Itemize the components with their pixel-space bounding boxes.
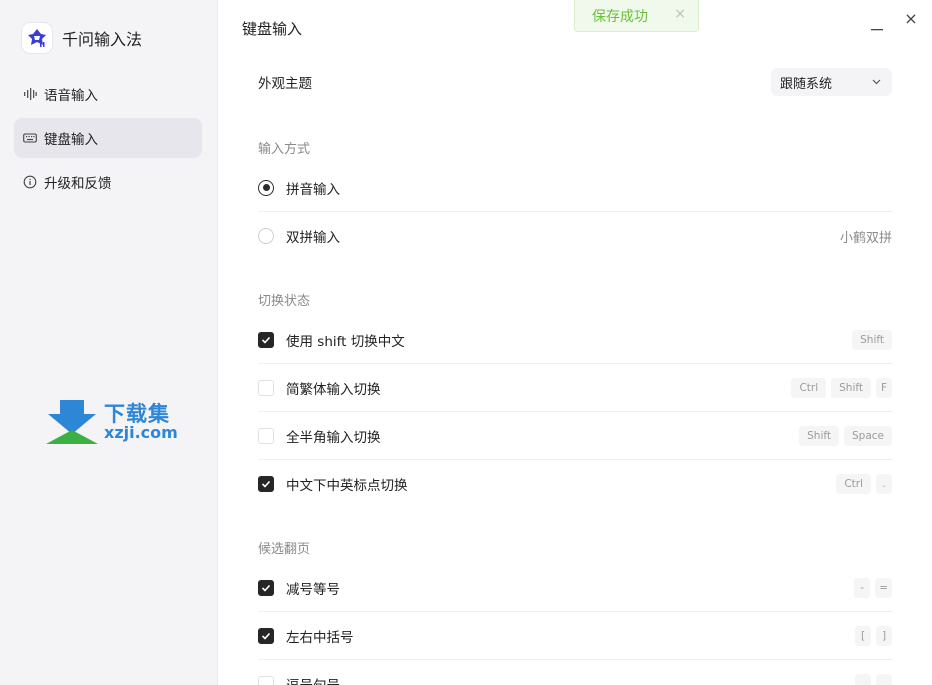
toast-close-icon[interactable]: × — [674, 6, 686, 22]
input-method-option[interactable]: 拼音输入 — [258, 164, 892, 212]
keyboard-icon — [23, 131, 37, 145]
checkbox-comma-period[interactable] — [258, 676, 274, 685]
key-cap: Ctrl — [791, 377, 827, 398]
key-cap: Shift — [852, 329, 892, 350]
shortcut-keys[interactable]: Ctrl Shift F — [786, 377, 892, 398]
paging-label: 左右中括号 — [286, 629, 354, 646]
option-label: 拼音输入 — [286, 181, 340, 198]
checkbox-punctuation-switch[interactable] — [258, 476, 274, 492]
switch-label: 全半角输入切换 — [286, 429, 381, 446]
shortcut-keys[interactable]: - = — [849, 577, 892, 598]
switch-item: 全半角输入切换 Shift Space — [258, 412, 892, 460]
info-icon — [23, 175, 37, 189]
key-cap: Ctrl — [836, 474, 871, 494]
waveform-icon — [23, 87, 37, 101]
shortcut-keys[interactable]: Shift — [847, 329, 892, 350]
paging-item: 逗号句号 , . — [258, 660, 892, 685]
toast-message: 保存成功 — [592, 8, 648, 25]
key-cap: . — [876, 674, 892, 685]
sidebar-item-keyboard-input[interactable]: 键盘输入 — [14, 118, 202, 158]
shuangpin-scheme[interactable]: 小鹤双拼 — [840, 227, 892, 246]
sidebar-item-upgrade-feedback[interactable]: 升级和反馈 — [14, 162, 202, 202]
key-cap: Space — [844, 425, 892, 446]
section-title-switch-state: 切换状态 — [258, 294, 311, 309]
sidebar-item-label: 语音输入 — [44, 88, 98, 104]
section-title-input-method: 输入方式 — [258, 142, 311, 157]
shortcut-keys[interactable]: , . — [850, 674, 892, 685]
key-cap: - — [854, 577, 871, 598]
watermark: 下载集 xzji.com — [44, 398, 194, 448]
close-button[interactable]: × — [902, 10, 920, 28]
shortcut-keys[interactable]: Shift Space — [794, 425, 892, 446]
key-cap: . — [876, 474, 892, 494]
paging-label: 逗号句号 — [286, 674, 340, 685]
switch-item: 中文下中英标点切换 Ctrl . — [258, 460, 892, 508]
key-cap: = — [875, 577, 892, 598]
option-label: 双拼输入 — [286, 230, 340, 246]
watermark-url: xzji.com — [104, 423, 178, 442]
main-panel: 键盘输入 保存成功 × × 外观主题 跟随系统 输入方式 拼音输入 双拼输入 小… — [219, 0, 932, 685]
sidebar: 千问输入法 语音输入 键盘输入 升级和反馈 下载集 xzji.com — [0, 0, 218, 685]
sidebar-nav: 语音输入 键盘输入 升级和反馈 — [14, 74, 202, 206]
shortcut-keys[interactable]: Ctrl . — [831, 474, 892, 494]
key-cap: ] — [876, 625, 892, 646]
paging-label: 减号等号 — [286, 581, 340, 598]
switch-item: 简繁体输入切换 Ctrl Shift F — [258, 364, 892, 412]
brand: 千问输入法 — [22, 22, 142, 54]
sidebar-item-label: 键盘输入 — [44, 132, 98, 148]
radio-shuangpin[interactable] — [258, 228, 274, 244]
chevron-down-icon — [871, 76, 882, 91]
key-cap: F — [876, 377, 892, 398]
switch-label: 简繁体输入切换 — [286, 381, 381, 398]
section-title-candidate-paging: 候选翻页 — [258, 542, 311, 557]
paging-item: 减号等号 - = — [258, 564, 892, 612]
input-method-option[interactable]: 双拼输入 小鹤双拼 — [258, 212, 892, 260]
key-cap: [ — [855, 625, 871, 646]
paging-item: 左右中括号 [ ] — [258, 612, 892, 660]
minimize-button[interactable] — [871, 19, 885, 31]
appearance-row: 外观主题 跟随系统 — [258, 58, 892, 106]
switch-label: 使用 shift 切换中文 — [286, 333, 405, 350]
shortcut-keys[interactable]: [ ] — [850, 625, 892, 646]
app-name: 千问输入法 — [62, 30, 143, 49]
checkbox-full-half-width[interactable] — [258, 427, 274, 444]
appearance-select[interactable]: 跟随系统 — [771, 68, 892, 96]
sidebar-item-voice-input[interactable]: 语音输入 — [14, 74, 202, 114]
checkbox-trad-simp[interactable] — [258, 379, 274, 396]
sidebar-item-label: 升级和反馈 — [44, 176, 112, 192]
checkbox-brackets[interactable] — [258, 627, 274, 644]
switch-item: 使用 shift 切换中文 Shift — [258, 316, 892, 364]
app-logo-icon — [22, 23, 52, 53]
radio-pinyin[interactable] — [258, 179, 274, 196]
appearance-value: 跟随系统 — [780, 76, 833, 92]
appearance-label: 外观主题 — [258, 76, 312, 92]
page-title: 键盘输入 — [242, 20, 303, 38]
checkbox-minus-equal[interactable] — [258, 579, 274, 596]
watermark-logo-icon — [46, 400, 98, 444]
key-cap: Shift — [799, 425, 839, 446]
key-cap: Shift — [831, 377, 871, 398]
switch-label: 中文下中英标点切换 — [286, 478, 408, 494]
checkbox-shift-switch[interactable] — [258, 331, 274, 348]
toast-success: 保存成功 × — [574, 0, 699, 32]
key-cap: , — [855, 674, 871, 685]
